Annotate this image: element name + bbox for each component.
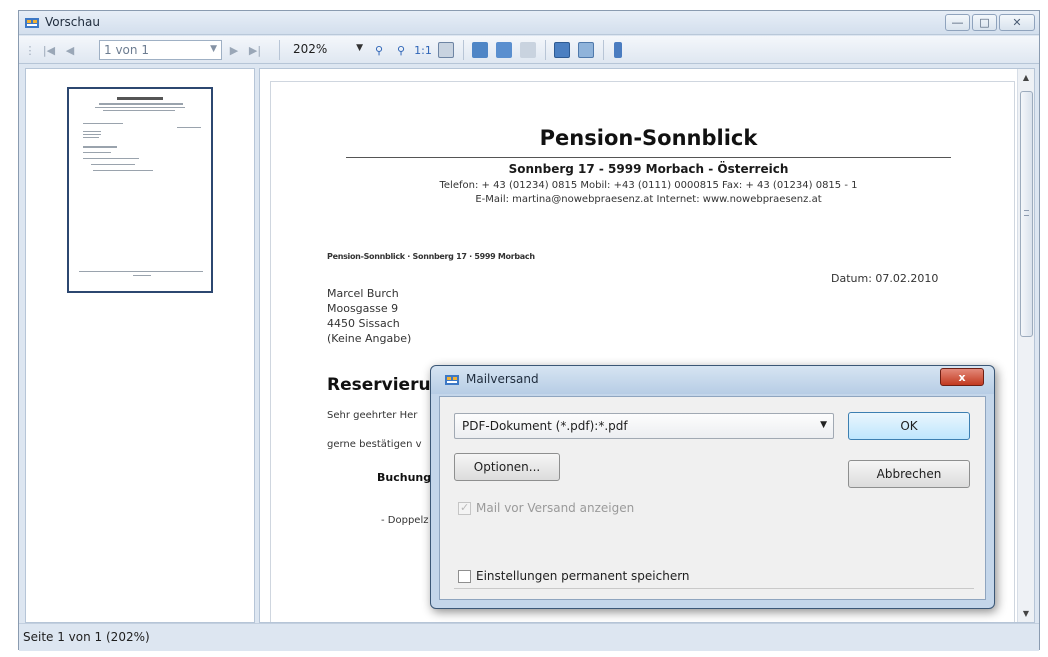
- save-icon[interactable]: [553, 41, 571, 59]
- maximize-button[interactable]: □: [972, 14, 997, 31]
- contact-line: Telefon: + 43 (01234) 0815 Mobil: +43 (0…: [439, 180, 858, 191]
- show-mail-checkbox[interactable]: ✓ Mail vor Versand anzeigen: [458, 501, 634, 515]
- show-mail-label: Mail vor Versand anzeigen: [476, 501, 635, 515]
- document-heading: Reservierun: [327, 375, 443, 395]
- chevron-down-icon[interactable]: ▼: [820, 420, 827, 430]
- dialog-title: Mailversand: [466, 372, 539, 386]
- cancel-button[interactable]: Abbrechen: [848, 460, 970, 488]
- header-rule: [346, 157, 951, 158]
- print-icon[interactable]: [471, 41, 489, 59]
- maximize-icon: □: [979, 16, 990, 29]
- window-titlebar[interactable]: Vorschau ― □ ✕: [19, 11, 1039, 35]
- document-date: Datum: 07.02.2010: [831, 272, 939, 285]
- app-icon: [25, 18, 39, 28]
- grip-icon: [1024, 210, 1029, 216]
- vertical-scrollbar[interactable]: ▲ ▼: [1017, 69, 1034, 622]
- previous-page-icon[interactable]: ◀: [63, 41, 77, 59]
- scroll-up-icon[interactable]: ▲: [1018, 69, 1034, 86]
- print-disabled-icon[interactable]: [519, 41, 537, 59]
- toolbar-separator: [463, 40, 464, 60]
- sender-line: Pension-Sonnblick · Sonnberg 17 · 5999 M…: [327, 252, 535, 261]
- last-page-icon[interactable]: ▶|: [247, 41, 263, 59]
- toolbar-separator: [603, 40, 604, 60]
- booking-heading: Buchungs: [377, 471, 438, 484]
- dialog-close-button[interactable]: x: [940, 368, 984, 386]
- body-text: gerne bestätigen v: [327, 439, 422, 450]
- window-controls: ― □ ✕: [945, 14, 1035, 32]
- format-select[interactable]: PDF-Dokument (*.pdf):*.pdf ▼: [454, 413, 834, 439]
- toolbar-separator: [545, 40, 546, 60]
- recipient-name: Marcel Burch: [327, 287, 399, 300]
- minimize-button[interactable]: ―: [945, 14, 970, 31]
- page-selector[interactable]: 1 von 1 ▼: [99, 40, 222, 60]
- dialog-body: PDF-Dokument (*.pdf):*.pdf ▼ OK Optionen…: [439, 396, 986, 600]
- format-select-value: PDF-Dokument (*.pdf):*.pdf: [462, 419, 628, 433]
- minimize-icon: ―: [952, 16, 963, 29]
- zoom-in-icon[interactable]: ⚲: [371, 41, 387, 59]
- checkbox-box[interactable]: ✓: [458, 500, 471, 515]
- window-title: Vorschau: [45, 15, 100, 29]
- ok-button[interactable]: OK: [848, 412, 970, 440]
- recipient-street: Moosgasse 9: [327, 302, 399, 315]
- options-button[interactable]: Optionen...: [454, 453, 560, 481]
- checkbox-box[interactable]: [458, 569, 471, 583]
- close-icon: x: [958, 371, 966, 384]
- first-page-icon[interactable]: |◀: [41, 41, 57, 59]
- page-thumbnail[interactable]: [67, 87, 213, 293]
- email-line: E-Mail: martina@nowebpraesenz.at Interne…: [475, 194, 822, 205]
- recipient-extra: (Keine Angabe): [327, 332, 412, 345]
- booking-item: - Doppelz: [381, 515, 429, 526]
- salutation: Sehr geehrter Her: [327, 410, 418, 421]
- preview-toolbar: ⋮ |◀ ◀ 1 von 1 ▼ ▶ ▶| 202% ▼ ⚲ ⚲ 1:1: [19, 36, 1039, 64]
- zoom-out-icon[interactable]: ⚲: [393, 41, 409, 59]
- scrollbar-thumb[interactable]: [1020, 91, 1033, 337]
- chevron-down-icon[interactable]: ▼: [210, 44, 217, 54]
- dialog-titlebar[interactable]: Mailversand x: [431, 366, 994, 394]
- mail-icon[interactable]: [577, 41, 595, 59]
- recipient-city: 4450 Sissach: [327, 317, 400, 330]
- zoom-value: 202%: [293, 42, 328, 56]
- fit-page-icon[interactable]: [437, 41, 455, 59]
- dialog-separator: [454, 588, 974, 589]
- document-subtitle: Sonnberg 17 - 5999 Morbach - Österreich: [508, 162, 789, 176]
- actual-size-icon[interactable]: 1:1: [414, 41, 432, 59]
- chevron-down-icon[interactable]: ▼: [356, 43, 363, 53]
- zoom-selector[interactable]: 202% ▼: [289, 40, 365, 60]
- page-selector-value: 1 von 1: [104, 43, 149, 57]
- print-setup-icon[interactable]: [495, 41, 513, 59]
- checkmark-icon: ✓: [460, 500, 470, 514]
- save-settings-checkbox[interactable]: Einstellungen permanent speichern: [458, 569, 690, 583]
- mail-dialog: Mailversand x PDF-Dokument (*.pdf):*.pdf…: [430, 365, 995, 609]
- scroll-down-icon[interactable]: ▼: [1018, 605, 1034, 622]
- app-icon: [445, 375, 459, 385]
- document-title: Pension-Sonnblick: [539, 126, 758, 150]
- close-window-button[interactable]: ✕: [999, 14, 1035, 31]
- status-bar: Seite 1 von 1 (202%): [19, 623, 1039, 651]
- next-page-icon[interactable]: ▶: [227, 41, 241, 59]
- toolbar-separator: [279, 40, 280, 60]
- close-icon: ✕: [1012, 16, 1022, 29]
- thumbnail-panel: [25, 68, 255, 623]
- status-text: Seite 1 von 1 (202%): [23, 630, 150, 644]
- save-settings-label: Einstellungen permanent speichern: [476, 569, 690, 583]
- toolbar-grip-icon: ⋮: [24, 43, 36, 57]
- export-icon[interactable]: [611, 41, 625, 59]
